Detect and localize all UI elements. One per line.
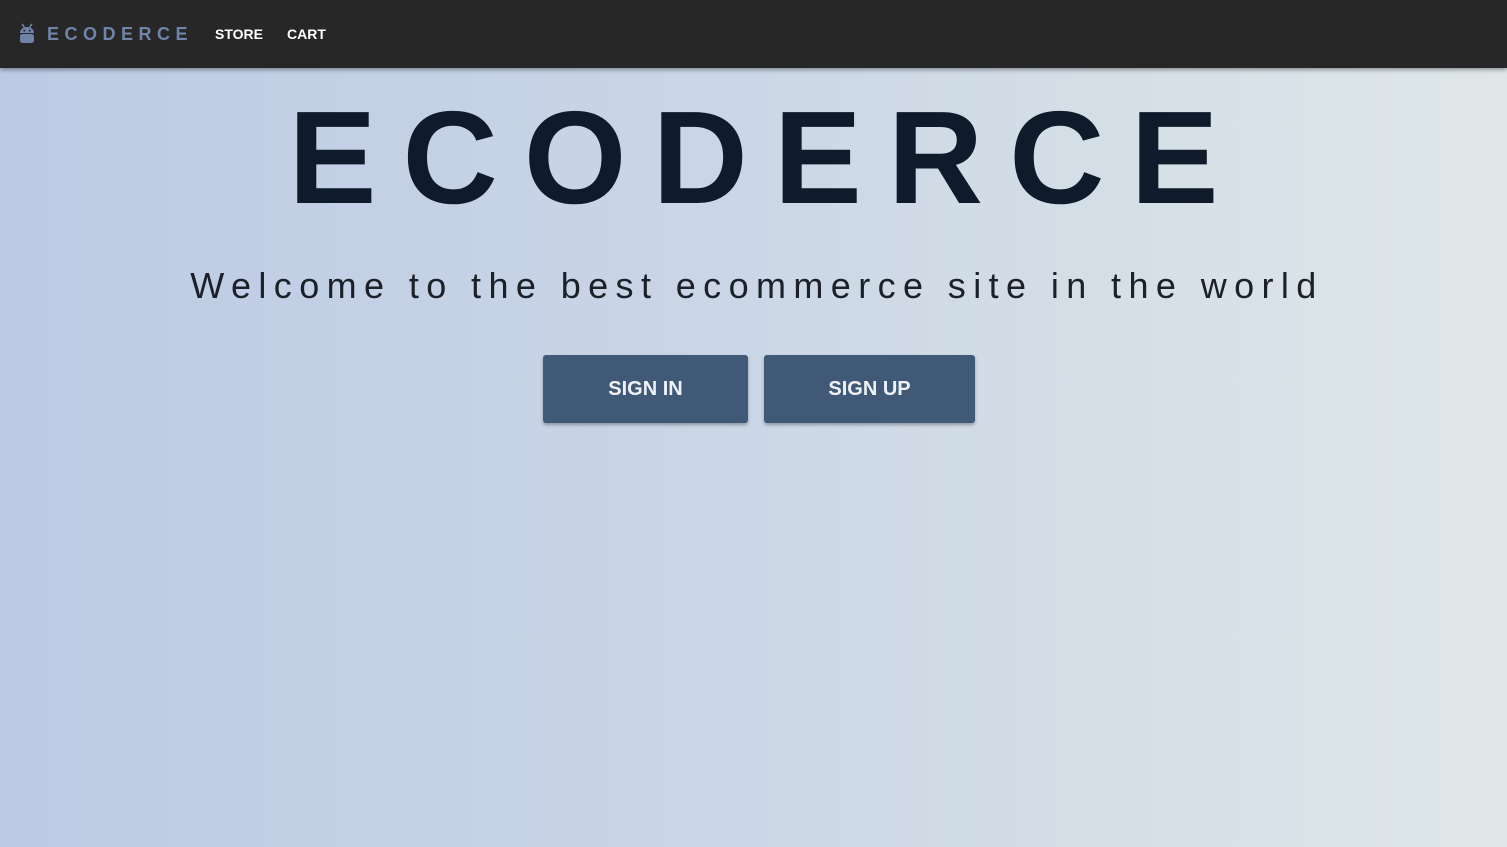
nav-link-cart[interactable]: CART [287,26,326,42]
hero-title: ECODERCE [288,84,1245,231]
sign-in-button[interactable]: SIGN IN [543,355,748,423]
brand-home-link[interactable]: ECODERCE [18,23,193,45]
hero-subtitle: Welcome to the best ecommerce site in th… [190,265,1324,306]
nav-links: STORE CART [215,26,350,42]
top-navbar: ECODERCE STORE CART [0,0,1507,68]
brand-label: ECODERCE [47,23,194,44]
nav-link-store[interactable]: STORE [215,26,263,42]
android-icon [18,23,36,45]
sign-up-button[interactable]: SIGN UP [764,355,975,423]
